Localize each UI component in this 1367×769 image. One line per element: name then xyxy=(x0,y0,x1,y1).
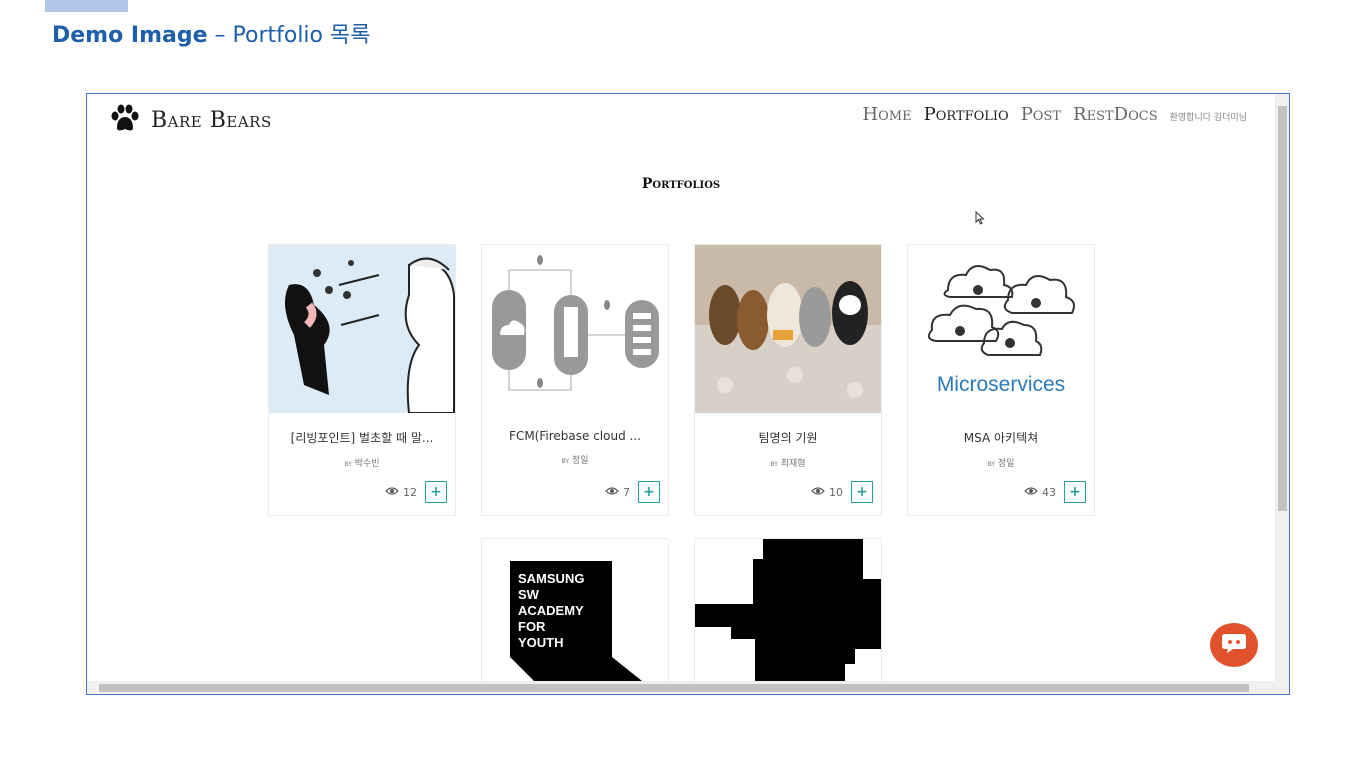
brand-name: Bare Bears xyxy=(151,107,272,133)
card-author: by 정일 xyxy=(561,456,589,466)
card-meta: 7 + xyxy=(605,481,660,503)
card-thumbnail[interactable]: SAMSUNG SW ACADEMY FOR YOUTH xyxy=(482,539,668,682)
portfolio-card[interactable]: 팀명의 기원 by 최재형 10 + xyxy=(694,244,882,516)
card-thumbnail[interactable]: Microservices xyxy=(908,245,1094,413)
chat-icon xyxy=(1221,632,1247,658)
paw-icon xyxy=(109,104,141,136)
card-thumbnail[interactable] xyxy=(695,539,881,682)
eye-icon xyxy=(1024,486,1038,499)
nav-portfolio[interactable]: Portfolio xyxy=(924,104,1009,125)
caption-bold: Demo Image xyxy=(52,23,208,48)
eye-icon xyxy=(605,486,619,499)
vertical-scroll-thumb[interactable] xyxy=(1278,106,1287,511)
view-count: 10 xyxy=(829,485,843,499)
add-button[interactable]: + xyxy=(638,481,660,503)
nav-post[interactable]: Post xyxy=(1021,104,1061,125)
add-button[interactable]: + xyxy=(425,481,447,503)
card-thumbnail[interactable] xyxy=(482,245,668,413)
chat-button[interactable] xyxy=(1210,623,1258,667)
horizontal-scrollbar[interactable] xyxy=(87,681,1275,694)
page-viewport: Bare Bears Home Portfolio Post RestDocs … xyxy=(87,94,1275,682)
portfolio-card[interactable]: FCM(Firebase cloud ... by 정일 7 + xyxy=(481,244,669,516)
horizontal-scroll-thumb[interactable] xyxy=(99,684,1249,692)
card-author: by 박수빈 xyxy=(344,459,380,469)
nav-home[interactable]: Home xyxy=(862,104,911,125)
scroll-corner xyxy=(1275,681,1289,694)
card-title: MSA 아키텍쳐 xyxy=(963,431,1039,445)
card-thumbnail[interactable] xyxy=(695,245,881,413)
add-button[interactable]: + xyxy=(851,481,873,503)
add-button[interactable]: + xyxy=(1064,481,1086,503)
browser-frame: Bare Bears Home Portfolio Post RestDocs … xyxy=(86,93,1290,695)
page-caption: Demo Image – Portfolio 목록 xyxy=(52,17,370,49)
microservices-label: Microservices xyxy=(936,373,1066,396)
top-nav: Home Portfolio Post RestDocs 환영합니다 김더미님 xyxy=(862,104,1247,125)
section-title: Portfolios xyxy=(641,176,721,192)
ssafy-logo-text: SAMSUNG SW ACADEMY FOR YOUTH xyxy=(518,571,585,650)
caption-tag-bar xyxy=(45,0,128,12)
cursor-icon xyxy=(975,210,985,229)
card-meta: 10 + xyxy=(811,481,873,503)
view-count: 7 xyxy=(623,485,630,499)
eye-icon xyxy=(385,486,399,499)
card-meta: 12 + xyxy=(385,481,447,503)
portfolio-card[interactable]: Microservices MSA 아키텍쳐 by 정일 43 + xyxy=(907,244,1095,516)
welcome-text[interactable]: 환영합니다 김더미님 xyxy=(1170,110,1247,123)
card-title: [리빙포인트] 벌초할 때 말... xyxy=(290,431,434,445)
portfolio-card[interactable]: SAMSUNG SW ACADEMY FOR YOUTH xyxy=(481,538,669,682)
nav-restdocs[interactable]: RestDocs xyxy=(1073,104,1158,125)
brand[interactable]: Bare Bears xyxy=(109,104,272,136)
portfolio-card[interactable]: [리빙포인트] 벌초할 때 말... by 박수빈 12 + xyxy=(268,244,456,516)
card-title: FCM(Firebase cloud ... xyxy=(509,429,641,443)
card-author: by 최재형 xyxy=(770,459,806,469)
card-thumbnail[interactable] xyxy=(269,245,455,413)
card-author: by 정일 xyxy=(987,459,1015,469)
view-count: 43 xyxy=(1042,485,1056,499)
card-meta: 43 + xyxy=(1024,481,1086,503)
eye-icon xyxy=(811,486,825,499)
card-title: 팀명의 기원 xyxy=(758,431,818,445)
portfolio-card[interactable] xyxy=(694,538,882,682)
view-count: 12 xyxy=(403,485,417,499)
vertical-scrollbar[interactable] xyxy=(1275,94,1289,682)
caption-rest: – Portfolio 목록 xyxy=(207,23,371,48)
